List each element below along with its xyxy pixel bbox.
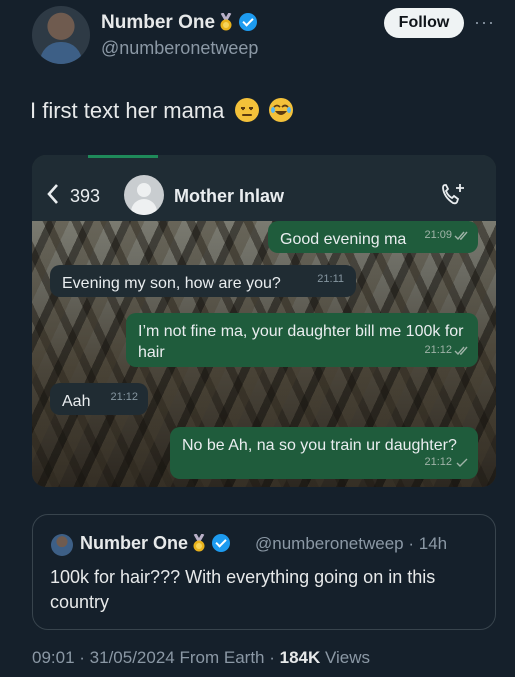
message-outgoing: I’m not fine ma, your daughter bill me 1… xyxy=(126,313,478,367)
message-time: 21:12 xyxy=(424,456,452,468)
back-arrow-icon[interactable] xyxy=(46,183,60,211)
tweet-text: I first text her mama xyxy=(30,98,293,124)
message-text: Evening my son, how are you? xyxy=(62,275,281,292)
views-count: 184K xyxy=(279,648,321,667)
message-incoming: Aah 21:12 xyxy=(50,383,148,415)
tweet-time[interactable]: 09:01 xyxy=(32,648,75,667)
message-text: I’m not fine ma, your daughter bill me 1… xyxy=(138,323,464,361)
medal-icon xyxy=(192,533,206,552)
message-incoming: Evening my son, how are you? 21:11 xyxy=(50,265,356,297)
follow-button[interactable]: Follow xyxy=(384,8,464,38)
message-time: 21:12 xyxy=(110,391,138,403)
read-ticks-icon xyxy=(454,226,470,247)
quote-author-name: Number One xyxy=(80,533,189,553)
message-text: Good evening ma xyxy=(280,231,407,248)
more-options-icon[interactable]: ··· xyxy=(474,12,495,33)
quote-text: 100k for hair??? With everything going o… xyxy=(50,567,436,612)
verified-icon xyxy=(212,534,231,552)
message-time: 21:09 xyxy=(424,229,452,241)
contact-avatar-icon[interactable] xyxy=(124,175,164,215)
author-avatar[interactable] xyxy=(32,6,90,64)
unread-count: 393 xyxy=(70,186,101,206)
author-handle[interactable]: @numberonetweep xyxy=(101,38,258,59)
message-outgoing: Good evening ma 21:09 xyxy=(268,221,478,253)
tweet-date[interactable]: 31/05/2024 xyxy=(90,648,175,667)
message-outgoing: No be Ah, na so you train ur daughter? 2… xyxy=(170,427,478,479)
unamused-emoji-icon xyxy=(234,98,259,122)
message-text: No be Ah, na so you train ur daughter? xyxy=(182,437,457,454)
quote-author-handle: @numberonetweep xyxy=(255,534,404,553)
quote-author-avatar xyxy=(51,534,73,556)
tweet-image[interactable]: 393 Mother Inlaw Good evening ma 21:09 E… xyxy=(32,155,496,487)
tweet-meta: 09:01 · 31/05/2024 From Earth · 184K Vie… xyxy=(32,648,371,667)
laughing-emoji-icon xyxy=(268,98,293,122)
read-ticks-icon xyxy=(454,341,470,362)
message-time: 21:11 xyxy=(317,273,344,285)
author-name[interactable]: Number One xyxy=(101,12,215,33)
views-label: Views xyxy=(325,648,371,667)
medal-icon xyxy=(219,12,233,31)
message-time: 21:12 xyxy=(424,344,452,356)
tweet-source: From Earth xyxy=(179,648,265,667)
quote-author-name-row: Number One xyxy=(80,533,231,554)
contact-name[interactable]: Mother Inlaw xyxy=(174,186,284,207)
add-call-icon[interactable] xyxy=(440,181,468,213)
quoted-tweet[interactable]: Number One @numberonetweep · 14h 100k fo… xyxy=(32,514,496,630)
verified-icon xyxy=(239,13,258,31)
quote-author-handle-row: @numberonetweep · 14h xyxy=(255,534,447,554)
author-name-row[interactable]: Number One xyxy=(101,12,258,34)
quote-age: · 14h xyxy=(408,534,448,553)
message-text: Aah xyxy=(62,393,91,410)
sent-tick-icon xyxy=(456,453,468,474)
tweet-text-body: I first text her mama xyxy=(30,98,225,123)
